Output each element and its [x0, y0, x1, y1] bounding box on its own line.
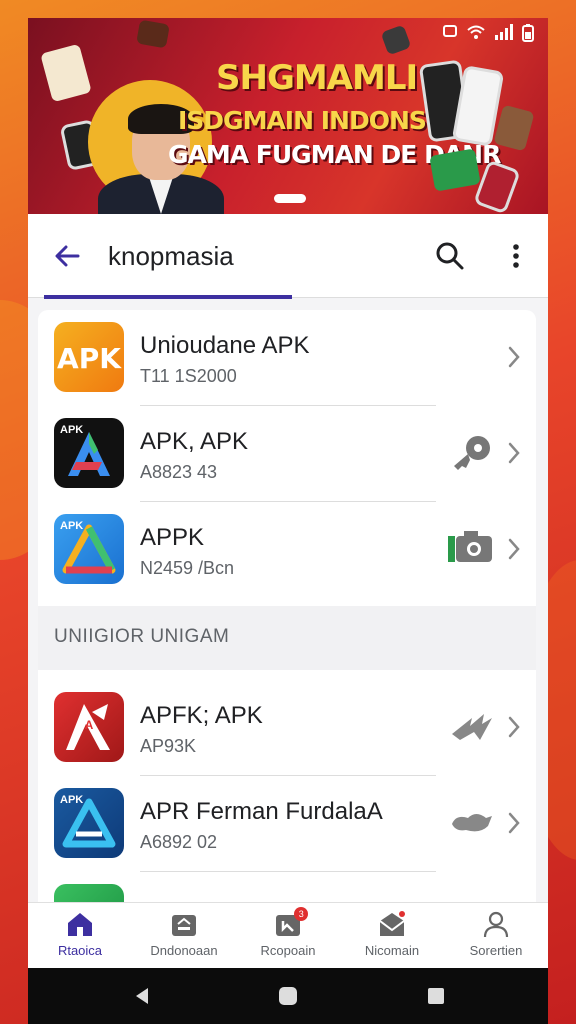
notification-icon — [443, 25, 457, 37]
banner-deco-card — [493, 104, 535, 152]
chevron-right-icon — [508, 812, 520, 834]
wifi-icon — [467, 25, 485, 39]
list-item[interactable]: A APFK; APK AP93K — [38, 680, 536, 776]
nav-item-updates[interactable]: 3 Rcopoain — [236, 903, 340, 968]
home-icon — [68, 913, 92, 936]
status-bar — [442, 24, 534, 42]
list-item[interactable]: APK APR Ferman FurdalaA A6892 02 — [38, 776, 536, 872]
nav-item-profile[interactable]: Sorertien — [444, 903, 548, 968]
home-circle-icon[interactable] — [278, 986, 298, 1006]
banner-page-indicator — [274, 194, 306, 203]
chevron-right-icon — [508, 538, 520, 560]
nav-label: Nicomain — [364, 943, 420, 958]
app-name: APR Ferman FurdalaA — [140, 798, 383, 825]
search-header: knopmasia — [28, 214, 548, 298]
app-subtitle: N2459 /Bcn — [140, 558, 235, 578]
more-vert-icon[interactable] — [498, 238, 534, 274]
notification-badge: 3 — [294, 907, 309, 921]
cloud-icon[interactable] — [448, 800, 494, 844]
promo-banner[interactable]: SHGMAMLI ISDGMAIN INDONSIAI GAMA FUGMAN … — [28, 18, 548, 214]
app-subtitle: AP93K — [140, 736, 197, 756]
search-input[interactable]: knopmasia — [108, 241, 234, 272]
banner-deco-card — [380, 24, 412, 56]
app-name: APFK; APK — [140, 702, 263, 729]
app-name: APPK — [140, 524, 205, 551]
chevron-right-icon — [508, 442, 520, 464]
nav-label: Sorertien — [469, 943, 523, 958]
active-tab-indicator — [44, 295, 292, 299]
banner-deco-card — [136, 19, 170, 49]
app-name: APK, APK — [140, 428, 249, 455]
mail-icon — [379, 911, 405, 936]
nav-label: Rtaoica — [57, 943, 103, 958]
store-icon — [172, 915, 196, 936]
section-header: UNIIGIOR UNIGAM — [38, 606, 536, 670]
phone-screen: SHGMAMLI ISDGMAIN INDONSIAI GAMA FUGMAN … — [28, 18, 548, 1024]
nav-label: Rcopoain — [260, 943, 316, 958]
chevron-right-icon — [508, 716, 520, 738]
list-item[interactable]: APK APPK N2459 /Bcn — [38, 502, 536, 598]
apk-app-icon: APK — [54, 322, 124, 392]
nav-item-home[interactable]: Rtaoica — [28, 903, 132, 968]
app-name: Unioudane APK — [140, 332, 310, 359]
section-label: UNIIGIOR UNIGAM — [54, 626, 230, 647]
app-list: APK Unioudane APK T11 1S2000 APK APK, AP… — [38, 310, 536, 920]
apk-app-icon: APK — [54, 418, 124, 488]
battery-icon — [522, 24, 534, 42]
chevron-right-icon — [508, 346, 520, 368]
apk-app-icon: APK — [54, 514, 124, 584]
profile-icon — [483, 911, 509, 938]
apk-app-icon: A — [54, 692, 124, 762]
apk-app-icon: APK — [54, 788, 124, 858]
list-item[interactable]: APK Unioudane APK T11 1S2000 — [38, 310, 536, 406]
banner-title-line2: ISDGMAIN INDONSIAI — [178, 106, 462, 135]
app-subtitle: A8823 43 — [140, 462, 218, 482]
signal-icon — [495, 24, 513, 40]
system-navigation-bar — [28, 968, 548, 1024]
list-item[interactable]: APK APK, APK A8823 43 — [38, 406, 536, 502]
search-icon[interactable] — [432, 238, 468, 274]
arrow-left-icon[interactable] — [50, 238, 86, 274]
banner-title-line1: SHGMAMLI — [216, 58, 418, 98]
app-subtitle: A6892 02 — [140, 832, 218, 852]
nav-item-mail[interactable]: Nicomain — [340, 903, 444, 968]
bottom-navigation: Rtaoica Dndonoaan 3 Rcopoain Nicomain So… — [28, 902, 548, 968]
nav-label: Dndonoaan — [150, 943, 218, 958]
camera-icon[interactable] — [448, 526, 494, 570]
back-triangle-icon[interactable] — [132, 986, 152, 1006]
app-subtitle: T11 1S2000 — [140, 366, 237, 386]
nav-item-store[interactable]: Dndonoaan — [132, 903, 236, 968]
recents-square-icon[interactable] — [426, 986, 446, 1006]
share-icon[interactable] — [448, 704, 494, 748]
banner-deco-card — [429, 148, 481, 192]
key-icon[interactable] — [448, 430, 494, 474]
